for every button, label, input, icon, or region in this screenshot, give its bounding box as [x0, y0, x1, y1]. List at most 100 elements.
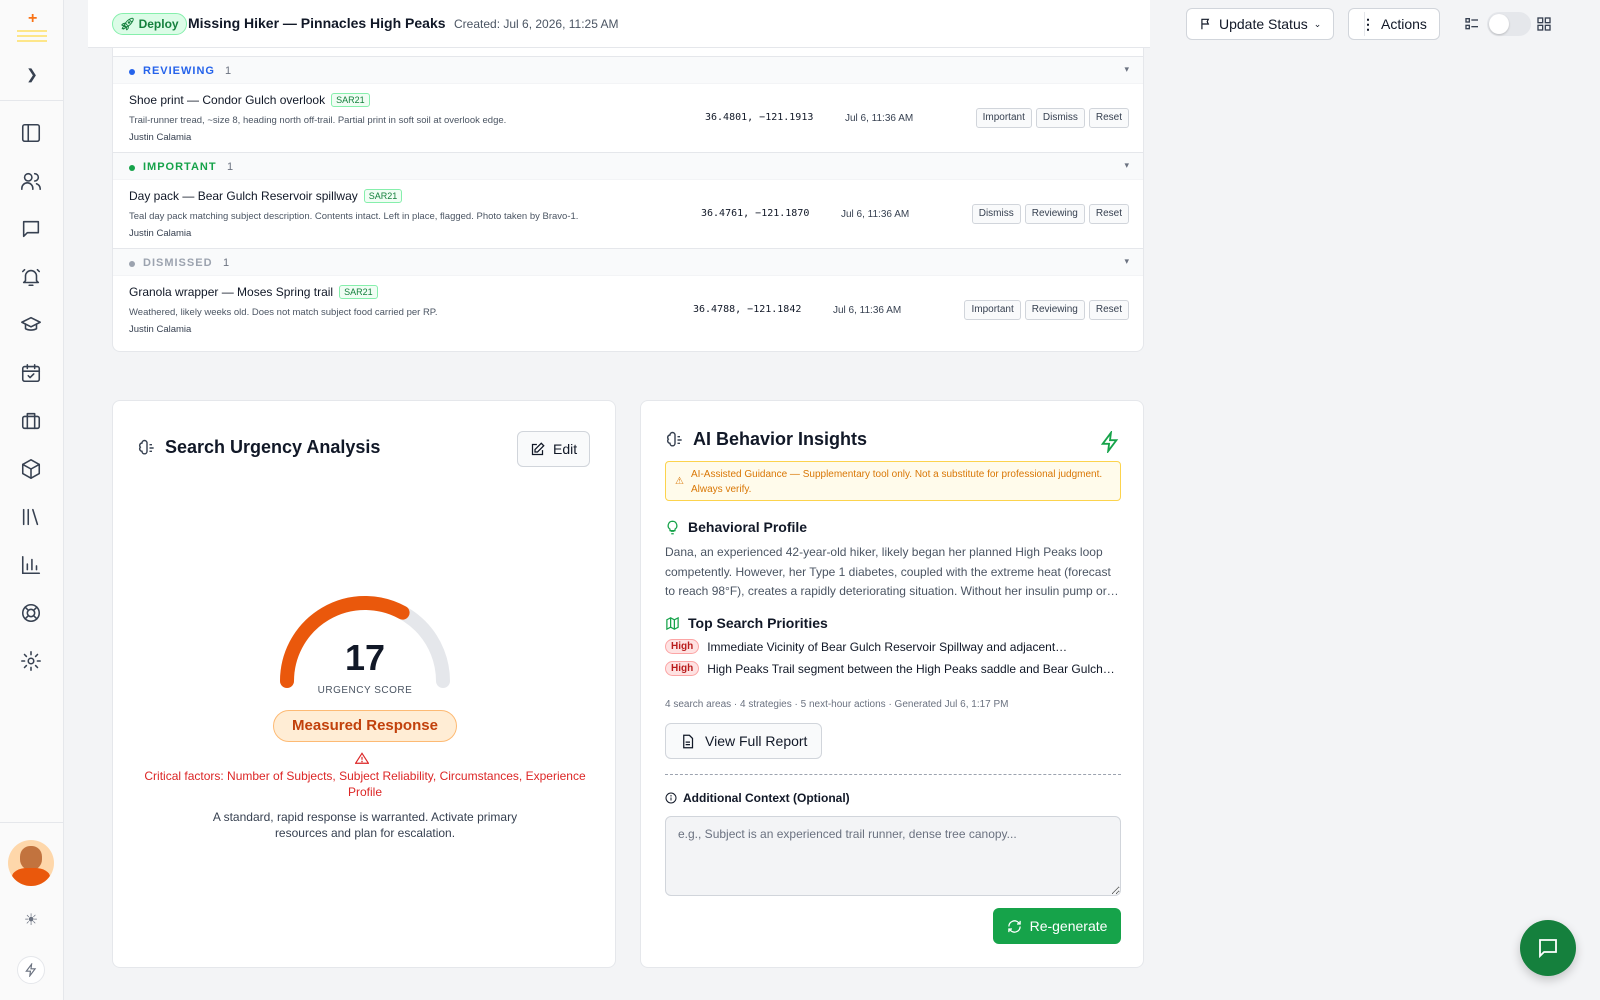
- clue-action-reset-button[interactable]: Reset: [1088, 300, 1129, 320]
- status-dot: [129, 165, 135, 171]
- zap-icon[interactable]: [1099, 431, 1121, 453]
- additional-context-label: Additional Context (Optional): [665, 791, 850, 805]
- clue-action-dismiss-button[interactable]: Dismiss: [971, 204, 1021, 224]
- clue-actions: Dismiss Reviewing Reset: [971, 204, 1129, 224]
- edit-urgency-button[interactable]: Edit: [517, 431, 591, 467]
- chevron-down-icon: ▾: [1124, 64, 1129, 74]
- warning-icon: [355, 752, 369, 764]
- clue-group-count: 1: [225, 65, 232, 77]
- sidebar-panel-icon[interactable]: [17, 119, 45, 147]
- urgency-card: Search Urgency Analysis Edit 17 URGENCY …: [112, 400, 616, 968]
- view-toggle[interactable]: [1487, 12, 1531, 36]
- bolt-icon[interactable]: [17, 956, 45, 984]
- update-status-button[interactable]: Update Status ⌄: [1186, 8, 1335, 40]
- warning-icon: ⚠: [675, 476, 684, 487]
- behavioral-profile-text: Dana, an experienced 42-year-old hiker, …: [665, 545, 1119, 598]
- urgency-card-title: Search Urgency Analysis: [137, 437, 380, 458]
- chevron-right-icon[interactable]: ❯: [22, 64, 42, 84]
- ai-meta: 4 search areas · 4 strategies · 5 next-h…: [665, 699, 1009, 710]
- urgency-score-label: URGENCY SCORE: [317, 685, 413, 696]
- clue-tag: SAR21: [363, 189, 403, 203]
- users-icon[interactable]: [17, 167, 45, 195]
- clue-actions: Important Reviewing Reset: [964, 300, 1129, 320]
- ai-card-title: AI Behavior Insights: [665, 429, 867, 450]
- sun-icon[interactable]: ☀: [21, 910, 41, 930]
- gear-icon[interactable]: [17, 647, 45, 675]
- clue-description: Teal day pack matching subject descripti…: [129, 211, 579, 222]
- clue-group-header[interactable]: DISMISSED 1 ▾: [113, 248, 1143, 276]
- grid-view-icon[interactable]: [1536, 16, 1552, 37]
- ai-disclaimer: ⚠ AI-Assisted Guidance — Supplementary t…: [665, 461, 1121, 501]
- clue-time: Jul 6, 11:36 AM: [845, 113, 914, 124]
- calendar-check-icon[interactable]: [17, 359, 45, 387]
- map-icon: [666, 616, 679, 630]
- library-icon[interactable]: [17, 503, 45, 531]
- lightbulb-icon: [667, 520, 678, 534]
- clue-description: Trail-runner tread, ~size 8, heading nor…: [129, 115, 507, 126]
- info-icon: [665, 792, 677, 804]
- chat-button[interactable]: [1520, 920, 1576, 976]
- clue-action-reset-button[interactable]: Reset: [1088, 204, 1129, 224]
- priority-item[interactable]: High High Peaks Trail segment between th…: [665, 661, 1121, 676]
- deploy-badge: 🚀︎ Deploy: [112, 13, 187, 35]
- message-square-icon: [1539, 939, 1557, 959]
- behavioral-profile-heading: Behavioral Profile: [665, 519, 807, 535]
- clue-time: Jul 6, 11:36 AM: [833, 305, 902, 316]
- clue-author: Justin Calamia: [129, 132, 192, 143]
- edit-icon: [531, 441, 545, 455]
- package-icon[interactable]: [17, 455, 45, 483]
- clue-action-reset-button[interactable]: Reset: [1088, 108, 1129, 128]
- clue-action-reviewing-button[interactable]: Reviewing: [1024, 204, 1085, 224]
- sidebar-divider: [0, 822, 63, 823]
- critical-factors: Critical factors: Number of Subjects, Su…: [144, 769, 586, 799]
- bar-chart-icon[interactable]: [17, 551, 45, 579]
- urgency-score: 17: [344, 637, 386, 678]
- header-divider: [1364, 12, 1365, 36]
- clue-group-count: 1: [227, 161, 234, 173]
- clue-group-name: REVIEWING: [143, 65, 215, 77]
- avatar[interactable]: [8, 840, 54, 886]
- created-timestamp: Created: Jul 6, 2026, 11:25 AM: [454, 17, 619, 31]
- clue-row[interactable]: Day pack — Bear Gulch Reservoir spillway…: [113, 180, 1143, 250]
- clue-actions: Important Dismiss Reset: [975, 108, 1129, 128]
- life-buoy-icon[interactable]: [17, 599, 45, 627]
- list-view-icon[interactable]: [1464, 16, 1480, 37]
- chevron-down-icon: ⌄: [1313, 18, 1322, 29]
- clue-coordinates: 36.4801, −121.1913: [705, 112, 814, 123]
- incident-title: Missing Hiker — Pinnacles High Peaks: [188, 15, 446, 31]
- clue-author: Justin Calamia: [129, 228, 192, 239]
- clue-time: Jul 6, 11:36 AM: [841, 209, 910, 220]
- clue-group-name: DISMISSED: [143, 257, 213, 269]
- clue-title: Granola wrapper — Moses Spring trail SAR2…: [129, 285, 378, 299]
- priority-item[interactable]: High Immediate Vicinity of Bear Gulch Re…: [665, 639, 1121, 654]
- clue-action-important-button[interactable]: Important: [975, 108, 1032, 128]
- sidebar-divider: [0, 100, 63, 101]
- regenerate-button[interactable]: Re-generate: [993, 908, 1121, 944]
- section-divider: [665, 774, 1121, 775]
- message-icon[interactable]: [17, 215, 45, 243]
- clue-title: Day pack — Bear Gulch Reservoir spillway…: [129, 189, 403, 203]
- app-logo[interactable]: +: [15, 10, 49, 48]
- clue-row[interactable]: Granola wrapper — Moses Spring trail SAR2…: [113, 276, 1143, 346]
- chevron-down-icon: ▾: [1124, 160, 1129, 170]
- clue-action-important-button[interactable]: Important: [964, 300, 1021, 320]
- clue-group-name: IMPORTANT: [143, 161, 217, 173]
- graduation-cap-icon[interactable]: [17, 311, 45, 339]
- bell-ringing-icon[interactable]: [17, 263, 45, 291]
- priority-level-badge: High: [665, 639, 700, 654]
- clue-title: Shoe print — Condor Gulch overlook SAR21: [129, 93, 370, 107]
- actions-button[interactable]: ⋮ Actions: [1348, 8, 1440, 40]
- clue-group-count: 1: [223, 257, 230, 269]
- clue-action-reviewing-button[interactable]: Reviewing: [1024, 300, 1085, 320]
- view-full-report-button[interactable]: View Full Report: [665, 723, 823, 759]
- clue-row[interactable]: Shoe print — Condor Gulch overlook SAR21 T…: [113, 84, 1143, 154]
- clue-group-header[interactable]: REVIEWING 1 ▾: [113, 56, 1143, 84]
- refresh-icon: [1007, 919, 1021, 933]
- status-dot: [129, 69, 135, 75]
- briefcase-icon[interactable]: [17, 407, 45, 435]
- urgency-description: A standard, rapid response is warranted.…: [212, 810, 518, 840]
- clue-action-dismiss-button[interactable]: Dismiss: [1035, 108, 1085, 128]
- ai-insights-card: AI Behavior Insights ⚠ AI-Assisted Guida…: [640, 400, 1144, 968]
- clue-group-header[interactable]: IMPORTANT 1 ▾: [113, 152, 1143, 180]
- additional-context-input[interactable]: [665, 816, 1121, 896]
